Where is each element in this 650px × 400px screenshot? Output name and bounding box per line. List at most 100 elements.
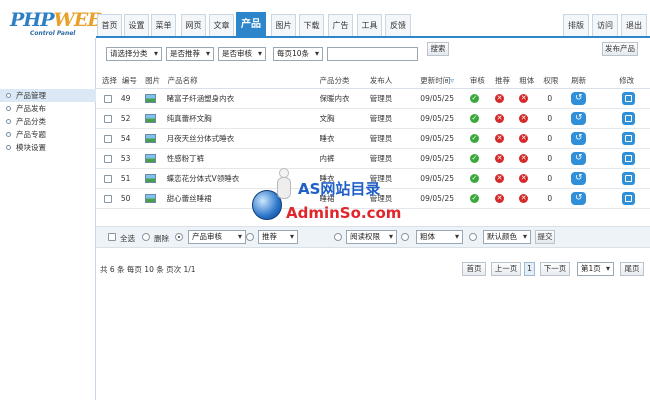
row-name[interactable]: 性感粉丁裤 xyxy=(166,148,320,169)
recommend-select[interactable]: 是否推荐 xyxy=(166,47,214,61)
x-circle-icon[interactable]: ✕ xyxy=(495,93,505,103)
edit-icon[interactable] xyxy=(622,111,636,125)
bold-radio[interactable] xyxy=(401,233,409,241)
row-checkbox[interactable] xyxy=(104,134,112,143)
row-name[interactable]: 月夜天丝分体式睡衣 xyxy=(166,128,320,149)
edit-icon[interactable] xyxy=(622,191,636,205)
tab-layout[interactable]: 排版 xyxy=(563,14,589,36)
image-icon[interactable] xyxy=(145,133,157,143)
row-name[interactable]: 睹富子纤涵塑身内衣 xyxy=(166,88,320,109)
bulk-submit-button[interactable]: 提交 xyxy=(535,230,555,244)
edit-icon[interactable] xyxy=(622,91,636,105)
row-checkbox-cell xyxy=(96,148,118,169)
bulk-bold-select[interactable]: 粗体 xyxy=(416,230,463,244)
col-name[interactable]: 产品名称 xyxy=(166,74,320,89)
bulk-perm-select[interactable]: 阅读权限 xyxy=(346,230,397,244)
tab-products[interactable]: 产品 xyxy=(236,12,266,36)
refresh-icon[interactable]: ↺ xyxy=(571,131,587,145)
x-circle-icon[interactable]: ✕ xyxy=(495,113,505,123)
tab-tools[interactable]: 工具 xyxy=(357,14,382,36)
row-checkbox[interactable] xyxy=(104,174,112,183)
row-thumb-cell xyxy=(145,108,167,129)
col-author[interactable]: 发布人 xyxy=(369,74,421,89)
refresh-icon[interactable]: ↺ xyxy=(571,191,587,205)
col-id[interactable]: 编号 xyxy=(117,74,146,89)
select-all-checkbox[interactable] xyxy=(108,233,116,241)
sidebar-item-product-publish[interactable]: 产品发布 xyxy=(0,102,96,115)
check-circle-icon[interactable]: ✓ xyxy=(469,193,479,203)
row-author: 管理员 xyxy=(369,128,421,149)
x-circle-icon[interactable]: ✕ xyxy=(495,173,505,183)
col-category[interactable]: 产品分类 xyxy=(319,74,370,89)
edit-icon[interactable] xyxy=(622,171,636,185)
tab-articles[interactable]: 文章 xyxy=(209,14,234,36)
tab-settings[interactable]: 设置 xyxy=(124,14,149,36)
x-circle-icon[interactable]: ✕ xyxy=(519,93,529,103)
per-page-select[interactable]: 每页10条 xyxy=(273,47,323,61)
row-checkbox[interactable] xyxy=(104,154,112,163)
audit-radio[interactable] xyxy=(175,233,183,241)
pager-prev-button[interactable]: 上一页 xyxy=(491,262,521,276)
x-circle-icon[interactable]: ✕ xyxy=(519,133,529,143)
check-circle-icon[interactable]: ✓ xyxy=(469,113,479,123)
audit-select[interactable]: 是否审核 xyxy=(218,47,266,61)
tab-home[interactable]: 首页 xyxy=(97,14,122,36)
search-button[interactable]: 搜索 xyxy=(427,42,449,56)
x-circle-icon[interactable]: ✕ xyxy=(519,173,529,183)
tab-downloads[interactable]: 下载 xyxy=(299,14,324,36)
edit-icon[interactable] xyxy=(622,151,636,165)
tab-pages[interactable]: 网页 xyxy=(181,14,206,36)
tab-menu[interactable]: 菜单 xyxy=(151,14,176,36)
sidebar-item-module-settings[interactable]: 模块设置 xyxy=(0,141,96,154)
recommend-radio[interactable] xyxy=(246,233,254,241)
bulk-recommend-select[interactable]: 推荐 xyxy=(258,230,298,244)
check-circle-icon[interactable]: ✓ xyxy=(469,133,479,143)
x-circle-icon[interactable]: ✕ xyxy=(495,133,505,143)
pager-current-page[interactable]: 1 xyxy=(524,262,535,276)
x-circle-icon[interactable]: ✕ xyxy=(495,193,505,203)
image-icon[interactable] xyxy=(145,193,157,203)
col-updated[interactable]: 更新时间▿ xyxy=(420,74,470,89)
row-checkbox[interactable] xyxy=(104,194,112,203)
tab-feedback[interactable]: 反馈 xyxy=(385,14,411,36)
x-circle-icon[interactable]: ✕ xyxy=(519,113,529,123)
check-circle-icon[interactable]: ✓ xyxy=(469,93,479,103)
pager-last-button[interactable]: 尾页 xyxy=(620,262,644,276)
search-input[interactable] xyxy=(327,47,418,61)
color-radio[interactable] xyxy=(469,233,477,241)
image-icon[interactable] xyxy=(145,93,157,103)
row-name[interactable]: 纯真蕾杯文胸 xyxy=(166,108,320,129)
pager-first-button[interactable]: 首页 xyxy=(462,262,486,276)
tab-ads[interactable]: 广告 xyxy=(328,14,353,36)
delete-radio[interactable] xyxy=(142,233,150,241)
category-select[interactable]: 请选择分类 xyxy=(106,47,162,61)
image-icon[interactable] xyxy=(145,113,157,123)
edit-icon[interactable] xyxy=(622,131,636,145)
check-circle-icon[interactable]: ✓ xyxy=(469,153,479,163)
refresh-icon[interactable]: ↺ xyxy=(571,171,587,185)
perm-radio[interactable] xyxy=(334,233,342,241)
sidebar-item-product-category[interactable]: 产品分类 xyxy=(0,115,96,128)
refresh-icon[interactable]: ↺ xyxy=(571,151,587,165)
image-icon[interactable] xyxy=(145,173,157,183)
image-icon[interactable] xyxy=(145,153,157,163)
sidebar-item-product-topic[interactable]: 产品专题 xyxy=(0,128,96,141)
pager-next-button[interactable]: 下一页 xyxy=(540,262,570,276)
tab-logout[interactable]: 退出 xyxy=(621,14,647,36)
pager-jump-select[interactable]: 第1页 xyxy=(577,262,614,276)
sidebar-item-product-manage[interactable]: 产品管理 xyxy=(0,89,96,102)
publish-product-button[interactable]: 发布产品 xyxy=(602,42,638,56)
x-circle-icon[interactable]: ✕ xyxy=(495,153,505,163)
bulk-audit-select[interactable]: 产品审核 xyxy=(188,230,246,244)
tab-images[interactable]: 图片 xyxy=(271,14,296,36)
row-checkbox[interactable] xyxy=(104,114,112,123)
refresh-icon[interactable]: ↺ xyxy=(571,91,587,105)
logo-brand-main: PHP xyxy=(10,9,55,31)
row-checkbox[interactable] xyxy=(104,94,112,103)
check-circle-icon[interactable]: ✓ xyxy=(469,173,479,183)
x-circle-icon[interactable]: ✕ xyxy=(519,153,529,163)
refresh-icon[interactable]: ↺ xyxy=(571,111,587,125)
bulk-color-select[interactable]: 默认颜色 xyxy=(483,230,531,244)
tab-visit[interactable]: 访问 xyxy=(592,14,618,36)
x-circle-icon[interactable]: ✕ xyxy=(519,193,529,203)
